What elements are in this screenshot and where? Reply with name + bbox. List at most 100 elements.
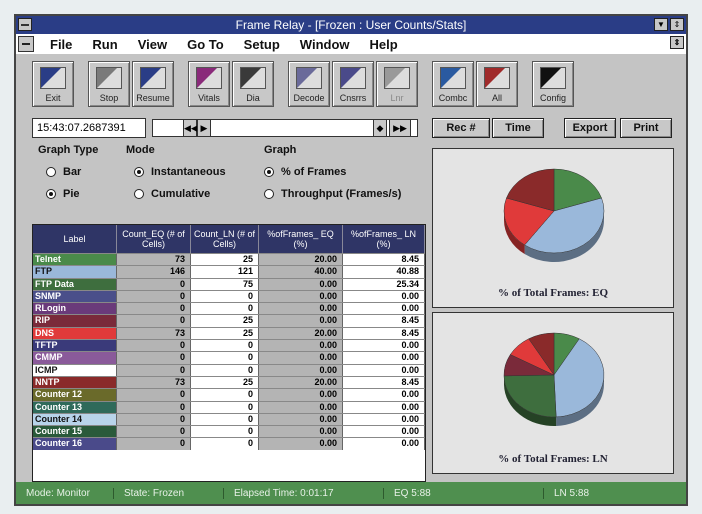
col-label[interactable]: Label	[33, 225, 117, 253]
table-row[interactable]: Counter 15 0 0 0.00 0.00	[33, 425, 425, 438]
combc-tool-button[interactable]: Combc	[432, 61, 474, 107]
cell-pct-ln: 0.00	[343, 340, 425, 352]
cell-count-eq: 146	[117, 266, 191, 278]
menu-help[interactable]: Help	[370, 37, 398, 52]
table-row[interactable]: Counter 13 0 0 0.00 0.00	[33, 400, 425, 413]
cell-count-ln: 0	[191, 438, 259, 450]
table-row[interactable]: RLogin 0 0 0.00 0.00	[33, 302, 425, 315]
rec-number-button[interactable]: Rec #	[432, 118, 490, 138]
graph-options: Graph Type Mode Graph Bar Pie Instantane…	[32, 144, 426, 204]
row-label: NNTP	[33, 376, 117, 389]
menu-goto[interactable]: Go To	[187, 37, 224, 52]
col-pct-ln[interactable]: %ofFrames_ LN (%)	[343, 225, 425, 253]
graph-label: Graph	[264, 144, 297, 156]
vitals-tool-button[interactable]: Vitals	[188, 61, 230, 107]
all-tool-button[interactable]: All	[476, 61, 518, 107]
radio-pie-dot[interactable]	[46, 189, 56, 199]
radio-bar[interactable]: Bar	[46, 166, 81, 178]
exit-icon	[40, 67, 66, 89]
radio-throughput-dot[interactable]	[264, 189, 274, 199]
prev-record-icon[interactable]: ▶	[197, 120, 211, 136]
cell-pct-eq: 0.00	[259, 364, 343, 376]
next-record-icon[interactable]: ◆	[373, 120, 387, 136]
first-record-icon[interactable]: ◀◀	[183, 120, 198, 136]
row-label: Counter 12	[33, 389, 117, 401]
row-label: DNS	[33, 327, 117, 340]
cnsrrs-icon	[340, 67, 366, 89]
col-count-eq[interactable]: Count_EQ (# of Cells)	[117, 225, 191, 253]
cnsrrs-tool-button[interactable]: Cnsrrs	[332, 61, 374, 107]
row-label: FTP	[33, 266, 117, 278]
row-label: Counter 16	[33, 438, 117, 450]
status-mode: Mode: Monitor	[26, 487, 114, 499]
doc-restore-icon[interactable]: ⇕	[670, 36, 684, 49]
cell-pct-eq: 0.00	[259, 389, 343, 401]
vitals-icon	[196, 67, 222, 89]
stop-tool-button[interactable]: Stop	[88, 61, 130, 107]
table-row[interactable]: FTP 146 121 40.00 40.88	[33, 265, 425, 278]
radio-pie[interactable]: Pie	[46, 188, 80, 200]
menu-file[interactable]: File	[50, 37, 72, 52]
col-count-ln[interactable]: Count_LN (# of Cells)	[191, 225, 259, 253]
table-row[interactable]: SNMP 0 0 0.00 0.00	[33, 289, 425, 303]
radio-percent-frames[interactable]: % of Frames	[264, 166, 346, 178]
table-row[interactable]: RIP 0 25 0.00 8.45	[33, 314, 425, 327]
pie-eq-title: % of Total Frames: EQ	[498, 287, 608, 299]
radio-throughput[interactable]: Throughput (Frames/s)	[264, 188, 401, 200]
table-row[interactable]: Counter 12 0 0 0.00 0.00	[33, 388, 425, 401]
radio-instantaneous[interactable]: Instantaneous	[134, 166, 226, 178]
table-row[interactable]: DNS 73 25 20.00 8.45	[33, 326, 425, 340]
status-ln: LN 5:88	[554, 487, 590, 499]
cell-count-eq: 0	[117, 352, 191, 364]
cell-pct-ln: 0.00	[343, 352, 425, 364]
menu-view[interactable]: View	[138, 37, 167, 52]
minimize-icon[interactable]: ▼	[654, 18, 668, 31]
decode-tool-button[interactable]: Decode	[288, 61, 330, 107]
cell-count-ln: 0	[191, 401, 259, 413]
last-record-icon[interactable]: ▶▶	[389, 120, 411, 136]
cell-pct-eq: 0.00	[259, 340, 343, 352]
menu-run[interactable]: Run	[92, 37, 117, 52]
config-tool-button[interactable]: Config	[532, 61, 574, 107]
radio-instantaneous-dot[interactable]	[134, 167, 144, 177]
menu-setup[interactable]: Setup	[244, 37, 280, 52]
cell-pct-ln: 40.88	[343, 266, 425, 278]
print-button[interactable]: Print	[620, 118, 672, 138]
menu-window[interactable]: Window	[300, 37, 350, 52]
table-row[interactable]: CMMP 0 0 0.00 0.00	[33, 351, 425, 364]
cell-pct-ln: 0.00	[343, 413, 425, 426]
table-row[interactable]: Counter 14 0 0 0.00 0.00	[33, 412, 425, 426]
export-button[interactable]: Export	[564, 118, 616, 138]
dia-tool-button[interactable]: Dia	[232, 61, 274, 107]
col-pct-eq[interactable]: %ofFrames_ EQ (%)	[259, 225, 343, 253]
table-row[interactable]: FTP Data 0 75 0.00 25.34	[33, 277, 425, 290]
timestamp-field[interactable]: 15:43:07.2687391	[32, 118, 146, 138]
resume-tool-button[interactable]: Resume	[132, 61, 174, 107]
stop-icon	[96, 67, 122, 89]
app-window: Frame Relay - [Frozen : User Counts/Stat…	[14, 14, 688, 506]
cell-pct-ln: 0.00	[343, 426, 425, 438]
radio-cumulative[interactable]: Cumulative	[134, 188, 210, 200]
row-label: CMMP	[33, 352, 117, 364]
table-row[interactable]: ICMP 0 0 0.00 0.00	[33, 363, 425, 376]
time-button[interactable]: Time	[492, 118, 544, 138]
system-menu-icon[interactable]	[18, 18, 32, 31]
row-label: RIP	[33, 315, 117, 327]
cell-count-ln: 0	[191, 290, 259, 303]
table-row[interactable]: Counter 16 0 0 0.00 0.00	[33, 437, 425, 450]
title-bar: Frame Relay - [Frozen : User Counts/Stat…	[16, 16, 686, 34]
restore-icon[interactable]: ⇕	[670, 18, 684, 31]
table-row[interactable]: Telnet 73 25 20.00 8.45	[33, 253, 425, 266]
table-row[interactable]: NNTP 73 25 20.00 8.45	[33, 375, 425, 389]
cell-pct-ln: 0.00	[343, 389, 425, 401]
radio-percent-frames-dot[interactable]	[264, 167, 274, 177]
table-row[interactable]: TFTP 0 0 0.00 0.00	[33, 339, 425, 352]
lnr-tool-button[interactable]: Lnr	[376, 61, 418, 107]
radio-cumulative-dot[interactable]	[134, 189, 144, 199]
exit-tool-button[interactable]: Exit	[32, 61, 74, 107]
record-scrollbar[interactable]: ◀◀ ▶ ◆ ▶▶	[152, 119, 418, 137]
cell-pct-eq: 20.00	[259, 327, 343, 340]
radio-bar-dot[interactable]	[46, 167, 56, 177]
document-menu-icon[interactable]	[18, 36, 34, 52]
row-label: TFTP	[33, 340, 117, 352]
